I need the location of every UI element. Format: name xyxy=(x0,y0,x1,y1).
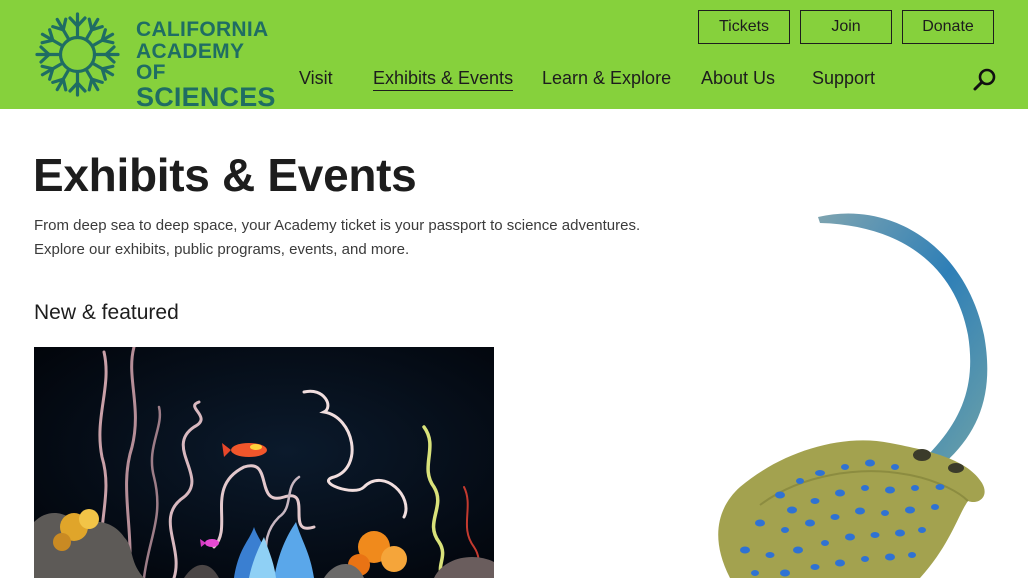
academy-logo[interactable]: CALIFORNIA ACADEMY OF SCIENCES xyxy=(33,10,275,111)
donate-button[interactable]: Donate xyxy=(902,10,994,44)
tickets-button[interactable]: Tickets xyxy=(698,10,790,44)
join-button[interactable]: Join xyxy=(800,10,892,44)
intro-line-2: Explore our exhibits, public programs, e… xyxy=(34,241,410,258)
featured-card-image[interactable] xyxy=(34,347,494,578)
nav-item-about-us[interactable]: About Us xyxy=(701,68,775,89)
coral-reef-aquarium-image xyxy=(34,347,494,578)
nav-item-support[interactable]: Support xyxy=(812,68,875,89)
logo-wordmark: CALIFORNIA ACADEMY OF SCIENCES xyxy=(136,19,276,112)
intro-line-1: From deep sea to deep space, your Academ… xyxy=(34,217,641,234)
nav-item-learn-explore[interactable]: Learn & Explore xyxy=(542,68,671,89)
logo-line-2: ACADEMY OF xyxy=(136,40,244,84)
nav-item-exhibits-events[interactable]: Exhibits & Events xyxy=(373,68,514,91)
blue-spotted-stingray-image xyxy=(718,213,988,578)
logo-line-3: SCIENCES xyxy=(136,82,276,112)
sun-logo-icon xyxy=(35,12,120,97)
logo-line-1: CALIFORNIA xyxy=(136,18,269,41)
site-header: CALIFORNIA ACADEMY OF SCIENCES Tickets J… xyxy=(0,0,1028,111)
section-title-new-featured: New & featured xyxy=(34,301,179,324)
intro-text: From deep sea to deep space, your Academ… xyxy=(34,214,674,262)
nav-item-visit[interactable]: Visit xyxy=(299,68,333,89)
search-icon xyxy=(973,68,996,91)
page-title: Exhibits & Events xyxy=(33,149,417,201)
search-button[interactable] xyxy=(972,67,998,93)
